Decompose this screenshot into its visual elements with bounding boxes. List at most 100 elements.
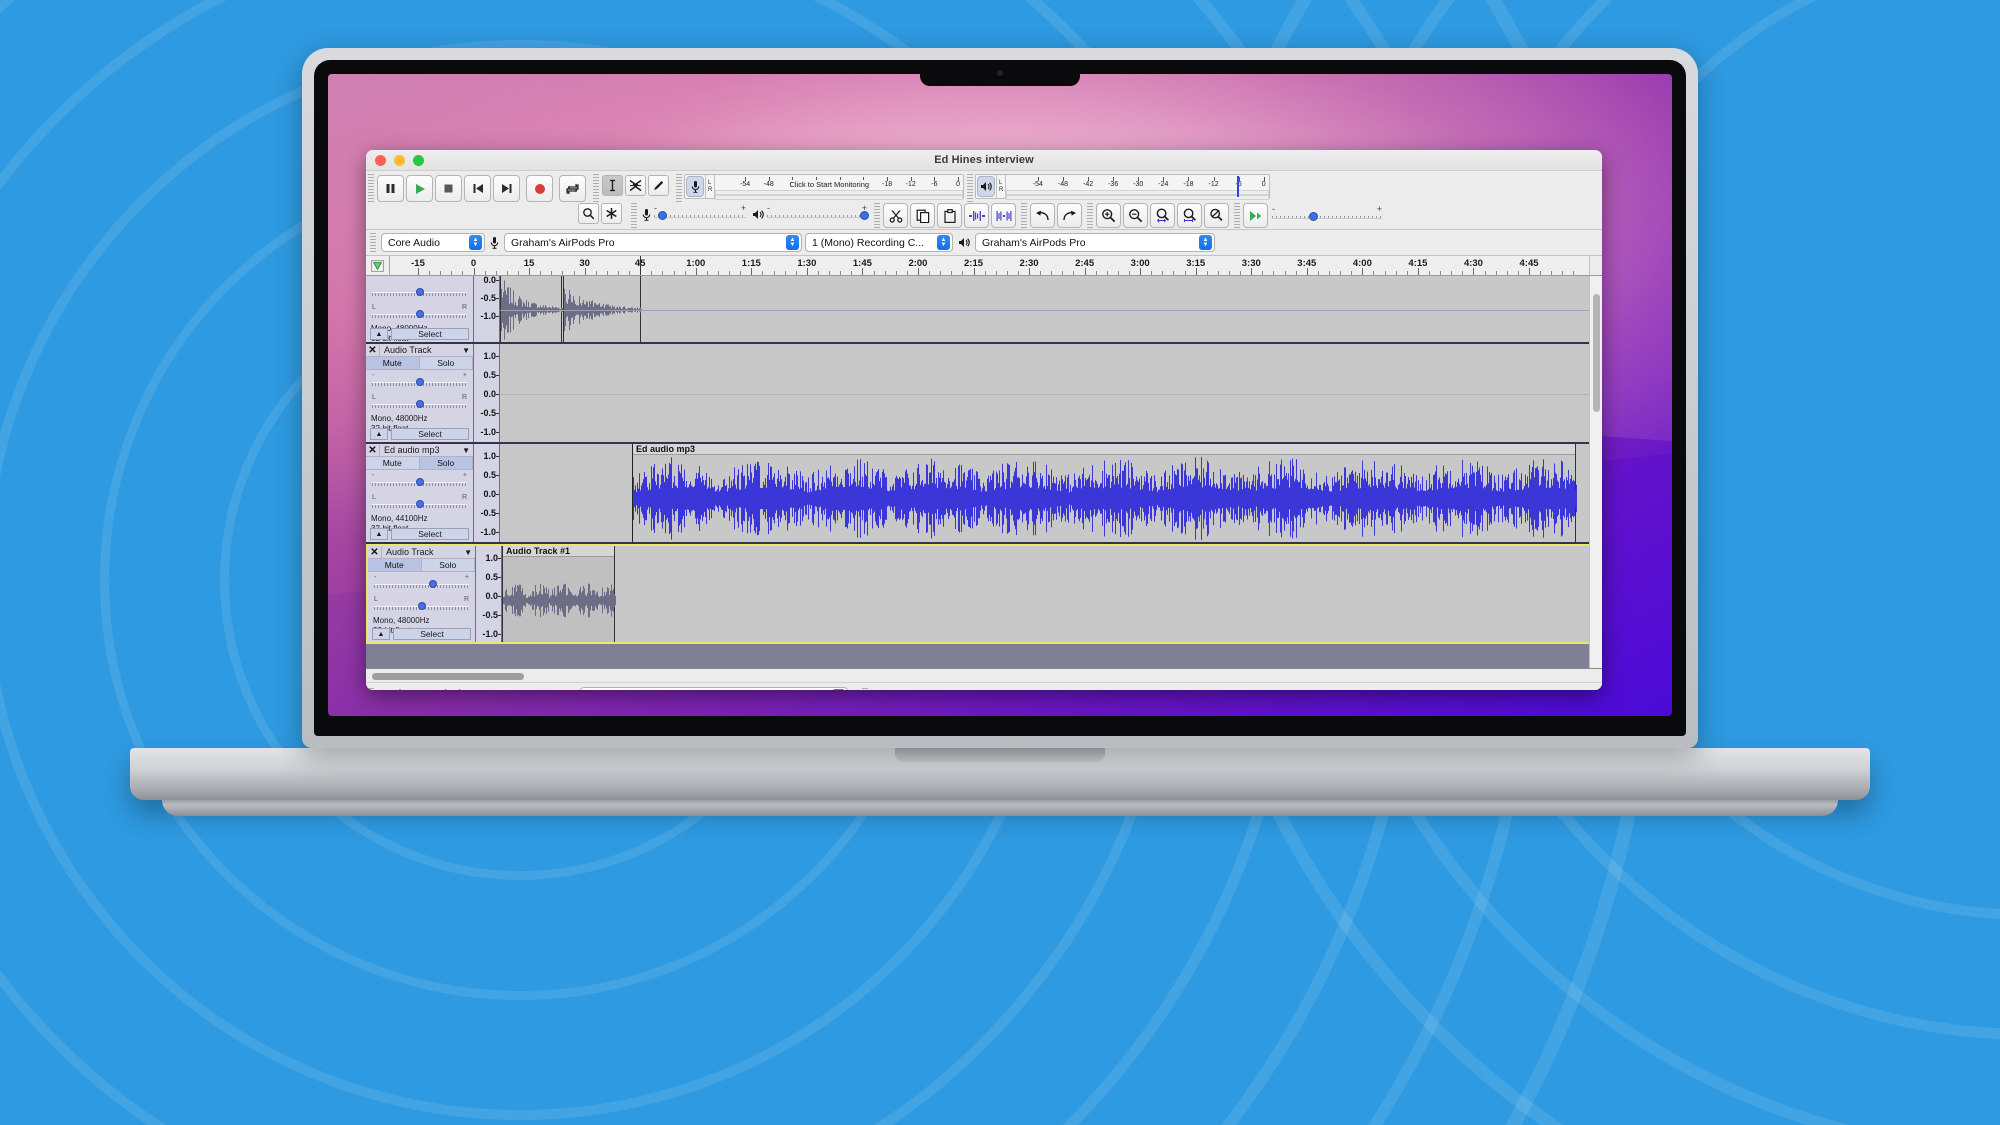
track-pan-slider[interactable]: L R [372,394,467,411]
collapse-track-button[interactable]: ▲ [370,528,388,540]
track-pan-slider[interactable]: L R [372,304,467,321]
redo-button[interactable] [1057,203,1082,228]
track-gain-slider[interactable]: - + [372,372,467,389]
gain-knob[interactable] [415,478,424,486]
edit-toolbar-grip[interactable] [874,203,880,228]
audio-host-select[interactable]: Core Audio ▲ ▼ [381,233,485,252]
record-button[interactable] [526,175,553,202]
track-row[interactable]: ✕ Audio Track ▼ Mute Solo - + L R Mono, … [366,344,1602,444]
playback-speed-thumb[interactable] [1309,211,1319,221]
playback-volume-slider[interactable]: - + [749,202,870,227]
pan-knob[interactable] [417,602,426,610]
trim-audio-button[interactable] [964,203,989,228]
track-control-panel[interactable]: ✕ Audio Track ▼ Mute Solo - + L R Mono, … [368,546,476,642]
collapse-track-button[interactable]: ▲ [370,428,388,440]
select-track-button[interactable]: Select [391,328,469,340]
solo-button[interactable]: Solo [421,559,475,571]
pause-button[interactable] [377,175,404,202]
select-track-button[interactable]: Select [393,628,471,640]
track-name-dropdown[interactable]: Ed audio mp3 ▼ [380,445,473,455]
play-at-speed-grip[interactable] [1234,203,1240,228]
audio-clip[interactable] [563,276,642,342]
recording-volume-slider[interactable]: - + [639,202,749,227]
select-track-button[interactable]: Select [391,528,469,540]
solo-button[interactable]: Solo [419,357,473,369]
recording-meter-grip[interactable] [676,174,682,202]
collapse-track-button[interactable]: ▲ [372,628,390,640]
speaker-icon[interactable] [977,176,995,197]
play-button[interactable] [406,175,433,202]
recording-volume-thumb[interactable] [657,210,667,220]
selection-mode-stepper[interactable]: ▲▼ [832,688,845,690]
mute-button[interactable]: Mute [366,457,420,469]
solo-button[interactable]: Solo [419,457,473,469]
track-waveform-area[interactable] [500,276,1602,342]
close-track-button[interactable]: ✕ [368,546,382,558]
undo-toolbar-grip[interactable] [1021,203,1027,228]
audio-clip[interactable]: Audio Track #1 [502,546,616,642]
zoom-in-button[interactable] [1096,203,1121,228]
play-at-speed-button[interactable] [1243,203,1268,228]
selection-tool-button[interactable] [602,175,623,196]
chevron-down-icon[interactable]: ▼ [464,548,472,557]
selection-toolbar-grip[interactable] [368,688,374,690]
close-track-button[interactable]: ✕ [366,344,380,356]
cut-button[interactable] [883,203,908,228]
playback-volume-thumb[interactable] [860,210,869,220]
track-control-panel[interactable]: ✕ Ed audio mp3 ▼ Mute Solo - + L R Mono,… [366,444,474,542]
fit-project-button[interactable] [1177,203,1202,228]
recording-channels-stepper[interactable]: ▲ ▼ [937,235,950,250]
transport-toolbar-grip[interactable] [368,174,374,202]
recording-device-select[interactable]: Graham's AirPods Pro ▲ ▼ [504,233,802,252]
microphone-icon[interactable] [686,176,704,197]
tools-toolbar-grip[interactable] [593,174,599,202]
track-name-dropdown[interactable]: Audio Track ▼ [380,345,473,355]
stop-button[interactable] [435,175,462,202]
track-waveform-area[interactable]: Ed audio mp3 [500,444,1602,542]
pan-knob[interactable] [415,310,424,318]
track-gain-slider[interactable] [372,283,467,299]
mixer-toolbar-grip[interactable] [631,203,637,228]
track-pan-slider[interactable]: L R [374,596,469,613]
mute-button[interactable]: Mute [368,559,422,571]
audio-clip[interactable] [500,276,563,342]
gain-knob[interactable] [415,288,424,296]
timeline-ruler[interactable]: -1501530451:001:151:301:452:002:152:302:… [390,256,1589,275]
paste-button[interactable] [937,203,962,228]
copy-button[interactable] [910,203,935,228]
fit-selection-button[interactable] [1150,203,1175,228]
pan-knob[interactable] [415,400,424,408]
selection-mode-select[interactable]: Start and End of Selection ▲▼ [580,687,848,690]
select-track-button[interactable]: Select [391,428,469,440]
vertical-scroll-thumb[interactable] [1593,294,1600,412]
playback-device-select[interactable]: Graham's AirPods Pro ▲ ▼ [975,233,1215,252]
track-gain-slider[interactable]: - + [372,472,467,489]
track-name-dropdown[interactable]: Audio Track ▼ [382,547,475,557]
loop-button[interactable] [559,175,586,202]
horizontal-scrollbar[interactable] [366,669,1602,683]
silence-audio-button[interactable] [991,203,1016,228]
track-pan-slider[interactable]: L R [372,494,467,511]
audio-clip[interactable]: Ed audio mp3 [632,444,1577,542]
track-control-panel[interactable]: ✕ Audio Track ▼ Mute Solo - + L R Mono, … [366,344,474,442]
close-track-button[interactable]: ✕ [366,444,380,456]
pinned-play-head-button[interactable] [366,256,390,275]
audio-host-stepper[interactable]: ▲ ▼ [469,235,482,250]
collapse-track-button[interactable]: ▲ [370,328,388,340]
envelope-tool-button[interactable] [625,175,646,196]
zoom-out-button[interactable] [1123,203,1148,228]
track-control-panel[interactable]: L R Mono, 48000Hz 32-bit float ▲ Select [366,276,474,343]
time-toolbar-grip[interactable] [862,688,868,690]
track-row[interactable]: ✕ Ed audio mp3 ▼ Mute Solo - + L R Mono,… [366,444,1602,544]
mute-button[interactable]: Mute [366,357,420,369]
pan-knob[interactable] [415,500,424,508]
recording-channels-select[interactable]: 1 (Mono) Recording C... ▲ ▼ [805,233,953,252]
playback-meter[interactable]: LR -54-48-42-36-30-24-18-12-60 [975,174,1270,200]
multi-tool-button[interactable] [601,203,622,224]
gain-knob[interactable] [428,580,437,588]
recording-device-stepper[interactable]: ▲ ▼ [786,235,799,250]
playback-device-stepper[interactable]: ▲ ▼ [1199,235,1212,250]
playback-speed-slider[interactable]: - + [1269,203,1385,228]
meter-monitor-message[interactable]: Click to Start Monitoring [787,180,872,189]
chevron-down-icon[interactable]: ▼ [462,446,470,455]
